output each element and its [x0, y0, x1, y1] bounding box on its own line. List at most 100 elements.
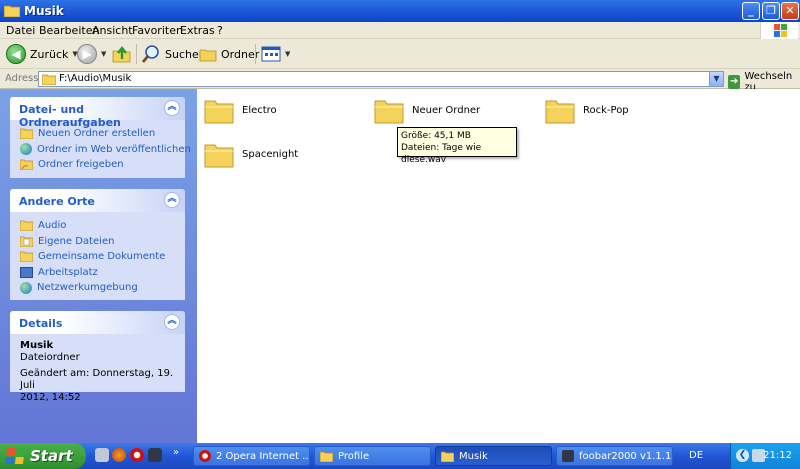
- menu-help[interactable]: ?: [217, 24, 223, 37]
- title-bar[interactable]: Musik _ ❐ ✕: [0, 0, 800, 22]
- folder-icon: [4, 5, 20, 17]
- go-arrow-icon: ➔: [728, 75, 741, 89]
- new-folder-icon: [20, 128, 33, 140]
- documents-folder-icon: [20, 236, 33, 247]
- opera-icon[interactable]: [130, 448, 144, 462]
- panel-title: Datei- und Ordneraufgaben: [19, 103, 121, 129]
- folder-item[interactable]: Neuer Ordner: [374, 96, 480, 124]
- task-pane: Datei- und Ordneraufgaben ︽ Neuen Ordner…: [0, 89, 197, 443]
- views-dropdown-icon[interactable]: ▼: [285, 50, 290, 58]
- taskbar-button-musik[interactable]: Musik: [435, 446, 552, 466]
- quicklaunch-overflow[interactable]: »: [173, 447, 179, 458]
- place-label: Arbeitsplatz: [38, 266, 98, 278]
- folders-icon: [199, 49, 217, 62]
- folder-label: Electro: [242, 104, 277, 116]
- task-label: Ordner im Web veröffentlichen: [37, 143, 191, 155]
- show-desktop-icon[interactable]: [95, 448, 109, 462]
- task-share-folder[interactable]: Ordner freigeben: [20, 157, 177, 173]
- place-network[interactable]: Netzwerkumgebung: [20, 280, 177, 296]
- minimize-button[interactable]: _: [742, 2, 760, 20]
- folder-item[interactable]: Spacenight: [204, 140, 298, 168]
- back-arrow-icon: ◀: [6, 44, 26, 64]
- globe-icon: [20, 143, 32, 156]
- task-label: Neuen Ordner erstellen: [38, 128, 156, 140]
- back-button[interactable]: ◀ Zurück ▼: [6, 42, 78, 66]
- tooltip-size: Größe: 45,1 MB: [401, 131, 471, 141]
- forward-button[interactable]: ▶ ▼: [77, 42, 106, 66]
- folder-label: Neuer Ordner: [412, 104, 481, 116]
- forward-dropdown-icon[interactable]: ▼: [101, 50, 106, 58]
- details-modified-cont: 2012, 14:52: [20, 392, 81, 403]
- back-label: Zurück: [30, 47, 69, 61]
- menu-bearbeiten[interactable]: Bearbeiten: [39, 24, 99, 37]
- clock: 21:12: [763, 450, 792, 461]
- app-icon[interactable]: [148, 448, 162, 462]
- close-button[interactable]: ✕: [781, 2, 799, 20]
- address-input[interactable]: F:\Audio\Musik ▼: [38, 71, 724, 87]
- place-label: Netzwerkumgebung: [37, 282, 138, 294]
- taskbar-button-label: Profile: [338, 450, 370, 462]
- firefox-icon[interactable]: [112, 448, 126, 462]
- folder-icon: [441, 451, 454, 462]
- place-label: Eigene Dateien: [38, 235, 115, 247]
- collapse-chevron-icon[interactable]: ︽: [164, 314, 180, 330]
- panel-header[interactable]: Datei- und Ordneraufgaben ︽: [10, 97, 185, 129]
- task-publish-web[interactable]: Ordner im Web veröffentlichen: [20, 142, 191, 158]
- place-audio[interactable]: Audio: [20, 218, 177, 234]
- menu-ansicht[interactable]: Ansicht: [92, 24, 133, 37]
- address-dropdown-icon[interactable]: ▼: [709, 72, 723, 86]
- details-name: Musik: [20, 340, 54, 351]
- taskbar-button-opera[interactable]: 2 Opera Internet ...: [193, 446, 310, 466]
- panel-header[interactable]: Andere Orte ︽: [10, 189, 185, 212]
- folder-icon: [320, 451, 333, 462]
- folder-icon: [374, 100, 404, 124]
- taskbar-button-profile[interactable]: Profile: [314, 446, 431, 466]
- menu-favoriten[interactable]: Favoriten: [132, 24, 183, 37]
- menu-bar: Datei Bearbeiten Ansicht Favoriten Extra…: [0, 22, 800, 39]
- folder-label: Rock-Pop: [583, 104, 629, 116]
- up-folder-button[interactable]: [112, 42, 132, 66]
- menu-extras[interactable]: Extras: [180, 24, 215, 37]
- folder-icon: [204, 144, 234, 168]
- place-label: Gemeinsame Dokumente: [38, 251, 166, 263]
- taskbar-button-label: Musik: [459, 450, 488, 462]
- language-indicator[interactable]: DE: [676, 446, 724, 466]
- folder-item[interactable]: Rock-Pop: [545, 96, 629, 124]
- menu-datei[interactable]: Datei: [6, 24, 35, 37]
- maximize-button[interactable]: ❐: [762, 2, 780, 20]
- forward-arrow-icon: ▶: [77, 44, 97, 64]
- address-path: F:\Audio\Musik: [59, 73, 132, 84]
- taskbar-button-label: 2 Opera Internet ...: [216, 450, 310, 462]
- views-button[interactable]: ▼: [261, 42, 290, 66]
- windows-logo-icon: [760, 22, 798, 39]
- collapse-chevron-icon[interactable]: ︽: [164, 192, 180, 208]
- details-modified: Geändert am: Donnerstag, 19. Juli: [20, 368, 174, 391]
- folder-item[interactable]: Electro: [204, 96, 277, 124]
- folder-icon: [204, 100, 234, 124]
- opera-icon: [199, 450, 211, 462]
- tray-expand-icon[interactable]: ❮: [736, 449, 749, 462]
- place-shared-documents[interactable]: Gemeinsame Dokumente: [20, 249, 177, 265]
- file-folder-tasks-panel: Datei- und Ordneraufgaben ︽ Neuen Ordner…: [10, 97, 191, 178]
- panel-title: Andere Orte: [19, 195, 95, 208]
- taskbar-button-label: foobar2000 v1.1.13: [579, 450, 673, 462]
- place-label: Audio: [38, 220, 67, 232]
- folder-icon: [20, 220, 33, 232]
- search-icon: [142, 45, 159, 63]
- start-button[interactable]: Start: [0, 443, 86, 469]
- other-places-panel: Andere Orte ︽ Audio Eigene Dateien Gemei…: [10, 189, 185, 300]
- place-my-computer[interactable]: Arbeitsplatz: [20, 265, 177, 281]
- folder-icon: [42, 74, 56, 85]
- panel-header[interactable]: Details ︽: [10, 311, 185, 334]
- folder-up-icon: [112, 46, 131, 63]
- folders-button[interactable]: Ordner: [199, 42, 259, 66]
- folder-tooltip: Größe: 45,1 MB Dateien: Tage wie diese.w…: [397, 127, 517, 165]
- search-button[interactable]: Suchen: [141, 42, 206, 66]
- taskbar-button-foobar[interactable]: foobar2000 v1.1.13: [556, 446, 673, 466]
- collapse-chevron-icon[interactable]: ︽: [164, 100, 180, 116]
- taskbar: Start » 2 Opera Internet ... Profile Mus…: [0, 443, 800, 469]
- details-type: Dateiordner: [20, 352, 80, 363]
- place-my-documents[interactable]: Eigene Dateien: [20, 234, 177, 250]
- shared-folder-icon: [20, 251, 33, 263]
- window-title: Musik: [24, 4, 64, 18]
